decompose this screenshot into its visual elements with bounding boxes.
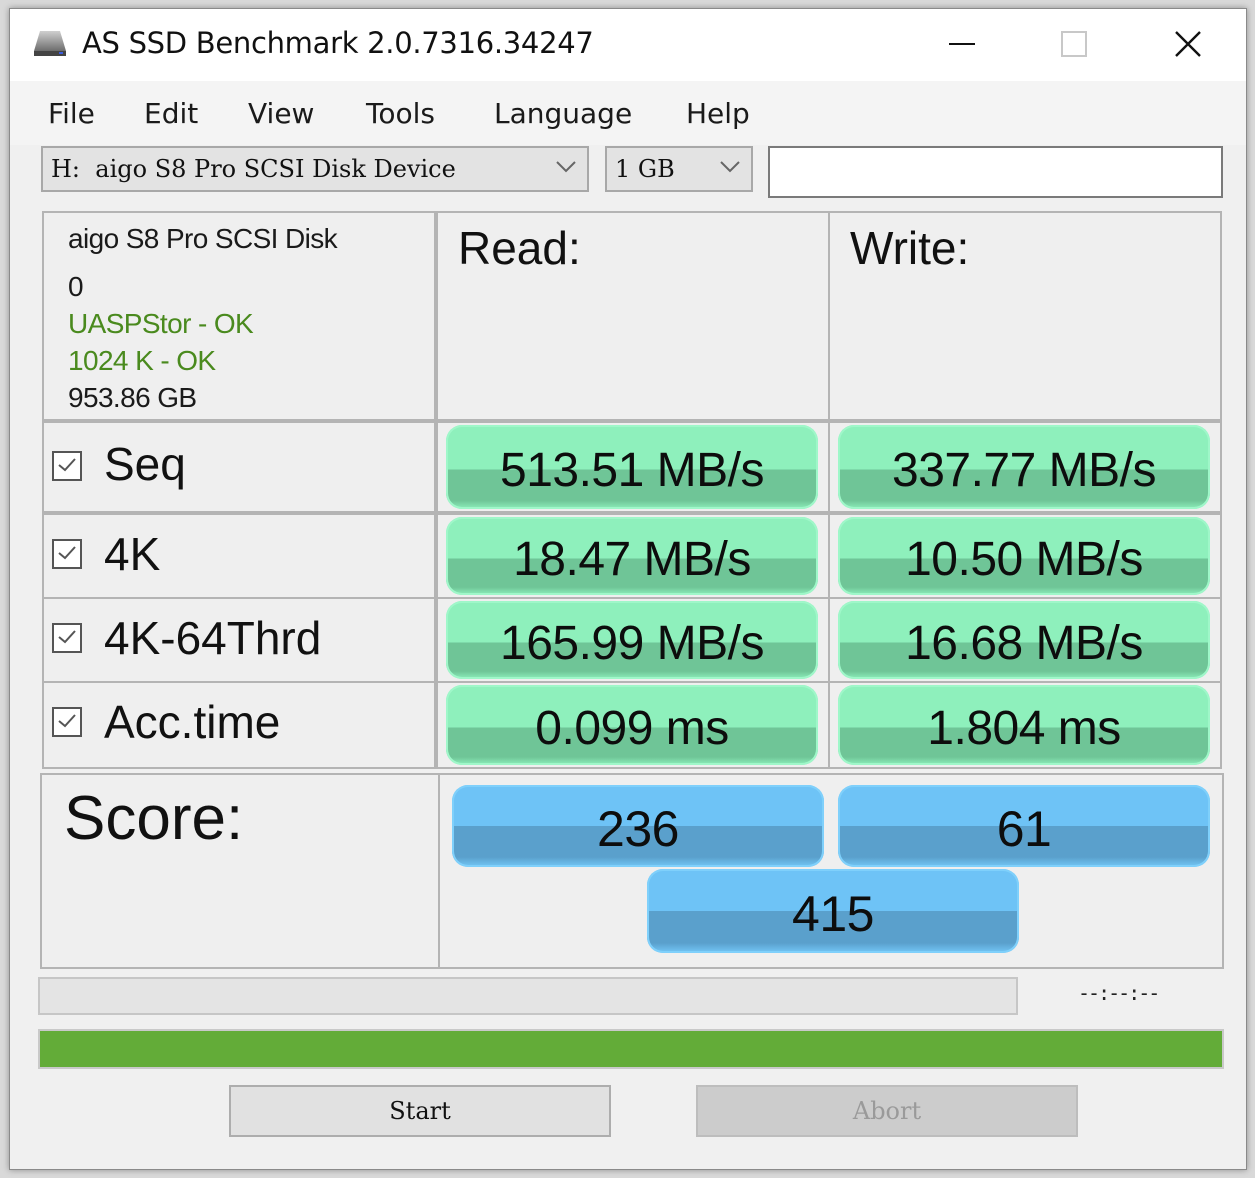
score-label: Score: bbox=[64, 784, 244, 853]
acctime-read-result: 0.099 ms bbox=[446, 685, 818, 765]
4k64-label: 4K-64Thrd bbox=[104, 612, 322, 664]
4k-label: 4K bbox=[104, 528, 161, 580]
drive-app-icon bbox=[34, 31, 66, 56]
overall-progress-bar bbox=[38, 1029, 1224, 1069]
test-progress-bar bbox=[38, 977, 1018, 1015]
seq-write-result: 337.77 MB/s bbox=[838, 425, 1210, 509]
menu-edit[interactable]: Edit bbox=[144, 97, 198, 130]
acctime-write-result: 1.804 ms bbox=[838, 685, 1210, 765]
close-button[interactable] bbox=[1158, 21, 1218, 67]
menu-help[interactable]: Help bbox=[686, 97, 750, 130]
window-title: AS SSD Benchmark 2.0.7316.34247 bbox=[82, 26, 594, 60]
4k-read-result: 18.47 MB/s bbox=[446, 517, 818, 595]
title-bar: AS SSD Benchmark 2.0.7316.34247 bbox=[10, 9, 1246, 81]
drive-select-value: H: aigo S8 Pro SCSI Disk Device bbox=[51, 155, 456, 183]
menu-view[interactable]: View bbox=[248, 97, 314, 130]
read-header: Read: bbox=[458, 222, 581, 274]
drive-select[interactable]: H: aigo S8 Pro SCSI Disk Device bbox=[41, 146, 589, 192]
menu-language[interactable]: Language bbox=[494, 97, 632, 130]
4k64-checkbox[interactable] bbox=[52, 623, 82, 653]
app-window: AS SSD Benchmark 2.0.7316.34247 File Edi… bbox=[9, 8, 1247, 1170]
menu-tools[interactable]: Tools bbox=[366, 97, 435, 130]
size-select[interactable]: 1 GB bbox=[605, 146, 753, 192]
test-row-seq bbox=[42, 421, 436, 513]
minimize-button[interactable] bbox=[932, 21, 992, 67]
close-icon bbox=[1175, 31, 1201, 57]
test-row-4k bbox=[42, 513, 436, 599]
abort-button[interactable]: Abort bbox=[696, 1085, 1078, 1137]
4k-write-result: 10.50 MB/s bbox=[838, 517, 1210, 595]
chevron-down-icon bbox=[720, 161, 740, 173]
acctime-label: Acc.time bbox=[104, 696, 281, 748]
4k-checkbox[interactable] bbox=[52, 539, 82, 569]
checkmark-icon bbox=[58, 630, 76, 644]
size-select-value: 1 GB bbox=[615, 155, 675, 183]
acctime-checkbox[interactable] bbox=[52, 707, 82, 737]
total-score: 415 bbox=[647, 869, 1019, 953]
overall-progress-fill bbox=[40, 1031, 1222, 1067]
minimize-icon bbox=[949, 43, 975, 45]
drive-capacity: 953.86 GB bbox=[68, 382, 197, 413]
drive-index: 0 bbox=[68, 271, 84, 302]
seq-read-result: 513.51 MB/s bbox=[446, 425, 818, 509]
alignment-status: 1024 K - OK bbox=[68, 345, 216, 376]
read-score: 236 bbox=[452, 785, 824, 867]
4k64-read-result: 165.99 MB/s bbox=[446, 601, 818, 679]
drive-name: aigo S8 Pro SCSI Disk bbox=[68, 223, 338, 254]
maximize-button[interactable] bbox=[1044, 21, 1104, 67]
menu-file[interactable]: File bbox=[48, 97, 95, 130]
status-text-field[interactable] bbox=[768, 146, 1223, 198]
checkmark-icon bbox=[58, 714, 76, 728]
write-score: 61 bbox=[838, 785, 1210, 867]
checkmark-icon bbox=[58, 546, 76, 560]
4k64-write-result: 16.68 MB/s bbox=[838, 601, 1210, 679]
write-header: Write: bbox=[850, 222, 970, 274]
chevron-down-icon bbox=[556, 161, 576, 173]
elapsed-time: --:--:-- bbox=[1078, 981, 1160, 1005]
maximize-icon bbox=[1061, 31, 1087, 57]
driver-status: UASPStor - OK bbox=[68, 308, 254, 339]
start-button[interactable]: Start bbox=[229, 1085, 611, 1137]
seq-label: Seq bbox=[104, 438, 186, 490]
seq-checkbox[interactable] bbox=[52, 451, 82, 481]
checkmark-icon bbox=[58, 458, 76, 472]
